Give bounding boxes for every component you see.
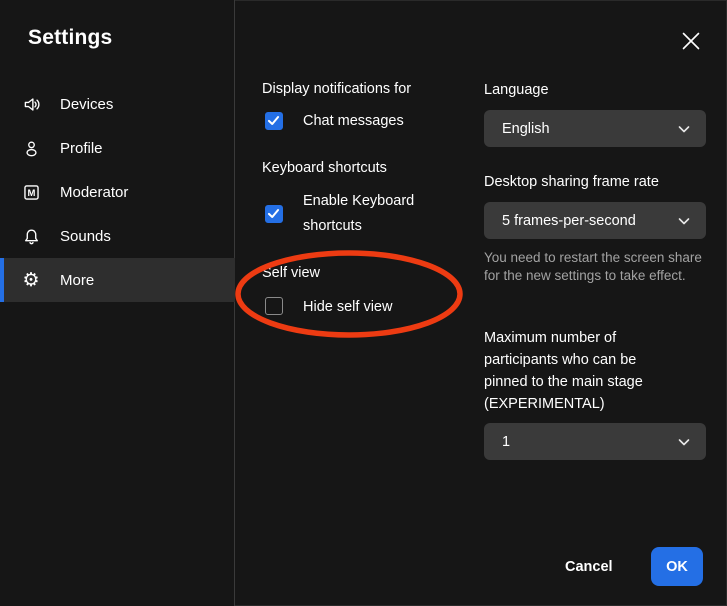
frame-rate-select-value: 5 frames-per-second	[502, 213, 636, 229]
person-icon	[21, 138, 41, 158]
sidebar-item-moderator[interactable]: M Moderator	[0, 170, 235, 214]
chevron-down-icon	[676, 434, 692, 450]
chat-messages-checkbox[interactable]	[265, 112, 283, 130]
ok-button[interactable]: OK	[651, 547, 703, 586]
sidebar-item-devices[interactable]: Devices	[0, 82, 235, 126]
chevron-down-icon	[676, 121, 692, 137]
sidebar-item-label: Moderator	[60, 184, 128, 201]
enable-shortcuts-checkbox[interactable]	[265, 205, 283, 223]
speaker-icon	[21, 94, 41, 114]
language-heading: Language	[484, 82, 549, 98]
frame-rate-note: You need to restart the screen share for…	[484, 249, 704, 285]
svg-text:M: M	[27, 187, 35, 198]
sidebar-item-profile[interactable]: Profile	[0, 126, 235, 170]
self-view-heading: Self view	[262, 265, 320, 281]
check-icon	[266, 113, 281, 128]
max-pinned-heading: Maximum number of participants who can b…	[484, 327, 672, 415]
sidebar-item-more[interactable]: ⚙ More	[0, 258, 235, 302]
sidebar-item-sounds[interactable]: Sounds	[0, 214, 235, 258]
settings-dialog: Settings Devices	[0, 0, 727, 606]
moderator-icon: M	[21, 182, 41, 202]
hide-self-view-label: Hide self view	[303, 299, 392, 315]
sidebar-item-label: Profile	[60, 140, 103, 157]
language-select-value: English	[502, 121, 550, 137]
dialog-title: Settings	[28, 26, 112, 50]
frame-rate-select[interactable]: 5 frames-per-second	[484, 202, 706, 239]
enable-shortcuts-label: Enable Keyboard shortcuts	[303, 189, 443, 239]
chat-messages-label: Chat messages	[303, 113, 404, 129]
language-select[interactable]: English	[484, 110, 706, 147]
frame-rate-heading: Desktop sharing frame rate	[484, 174, 659, 190]
sidebar-item-label: Devices	[60, 96, 113, 113]
sidebar-item-label: Sounds	[60, 228, 111, 245]
max-pinned-select-value: 1	[502, 434, 510, 450]
hide-self-view-checkbox[interactable]	[265, 297, 283, 315]
check-icon	[266, 206, 281, 221]
bell-icon	[21, 226, 41, 246]
max-pinned-select[interactable]: 1	[484, 423, 706, 460]
sidebar-menu: Devices Profile M Moder	[0, 82, 235, 302]
gear-icon: ⚙	[21, 270, 41, 290]
notifications-heading: Display notifications for	[262, 81, 411, 97]
chevron-down-icon	[676, 213, 692, 229]
sidebar-item-label: More	[60, 272, 94, 289]
annotation-ellipse	[232, 248, 466, 340]
cancel-button[interactable]: Cancel	[557, 551, 621, 583]
keyboard-heading: Keyboard shortcuts	[262, 160, 387, 176]
settings-sidebar: Settings Devices	[0, 0, 235, 606]
close-icon[interactable]	[680, 30, 702, 52]
